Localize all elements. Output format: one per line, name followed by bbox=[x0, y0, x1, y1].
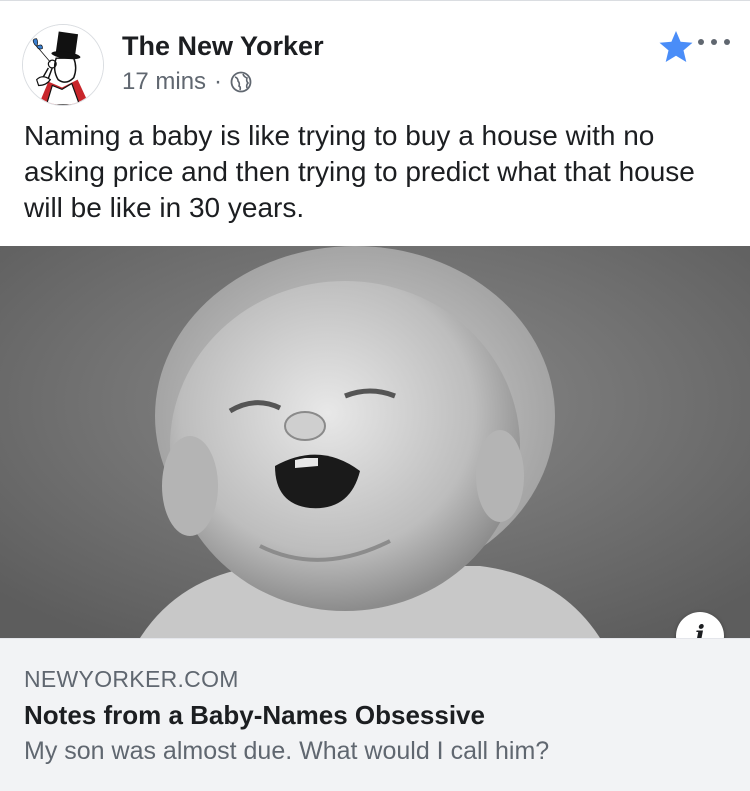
page-avatar[interactable] bbox=[22, 24, 104, 106]
more-options-icon[interactable] bbox=[698, 36, 730, 48]
more-dot bbox=[724, 39, 730, 45]
crying-baby-photo bbox=[0, 246, 750, 638]
post-meta: 17 mins · bbox=[122, 66, 252, 98]
more-dot bbox=[711, 39, 717, 45]
more-dot bbox=[698, 39, 704, 45]
eustace-tilley-logo-icon bbox=[23, 25, 103, 105]
globe-icon bbox=[230, 71, 252, 93]
meta-separator: · bbox=[214, 68, 223, 95]
page-name[interactable]: The New Yorker bbox=[122, 30, 324, 62]
post-header: The New Yorker 17 mins · bbox=[0, 0, 750, 110]
post-timestamp[interactable]: 17 mins bbox=[122, 68, 206, 96]
link-preview-image[interactable] bbox=[0, 246, 750, 638]
post-text: Naming a baby is like trying to buy a ho… bbox=[24, 120, 695, 223]
link-preview-meta[interactable]: NEWYORKER.COM Notes from a Baby-Names Ob… bbox=[0, 638, 750, 791]
link-description: My son was almost due. What would I call… bbox=[24, 737, 550, 765]
star-icon[interactable] bbox=[658, 30, 694, 64]
link-title[interactable]: Notes from a Baby-Names Obsessive bbox=[24, 699, 485, 731]
link-domain: NEWYORKER.COM bbox=[24, 666, 239, 692]
